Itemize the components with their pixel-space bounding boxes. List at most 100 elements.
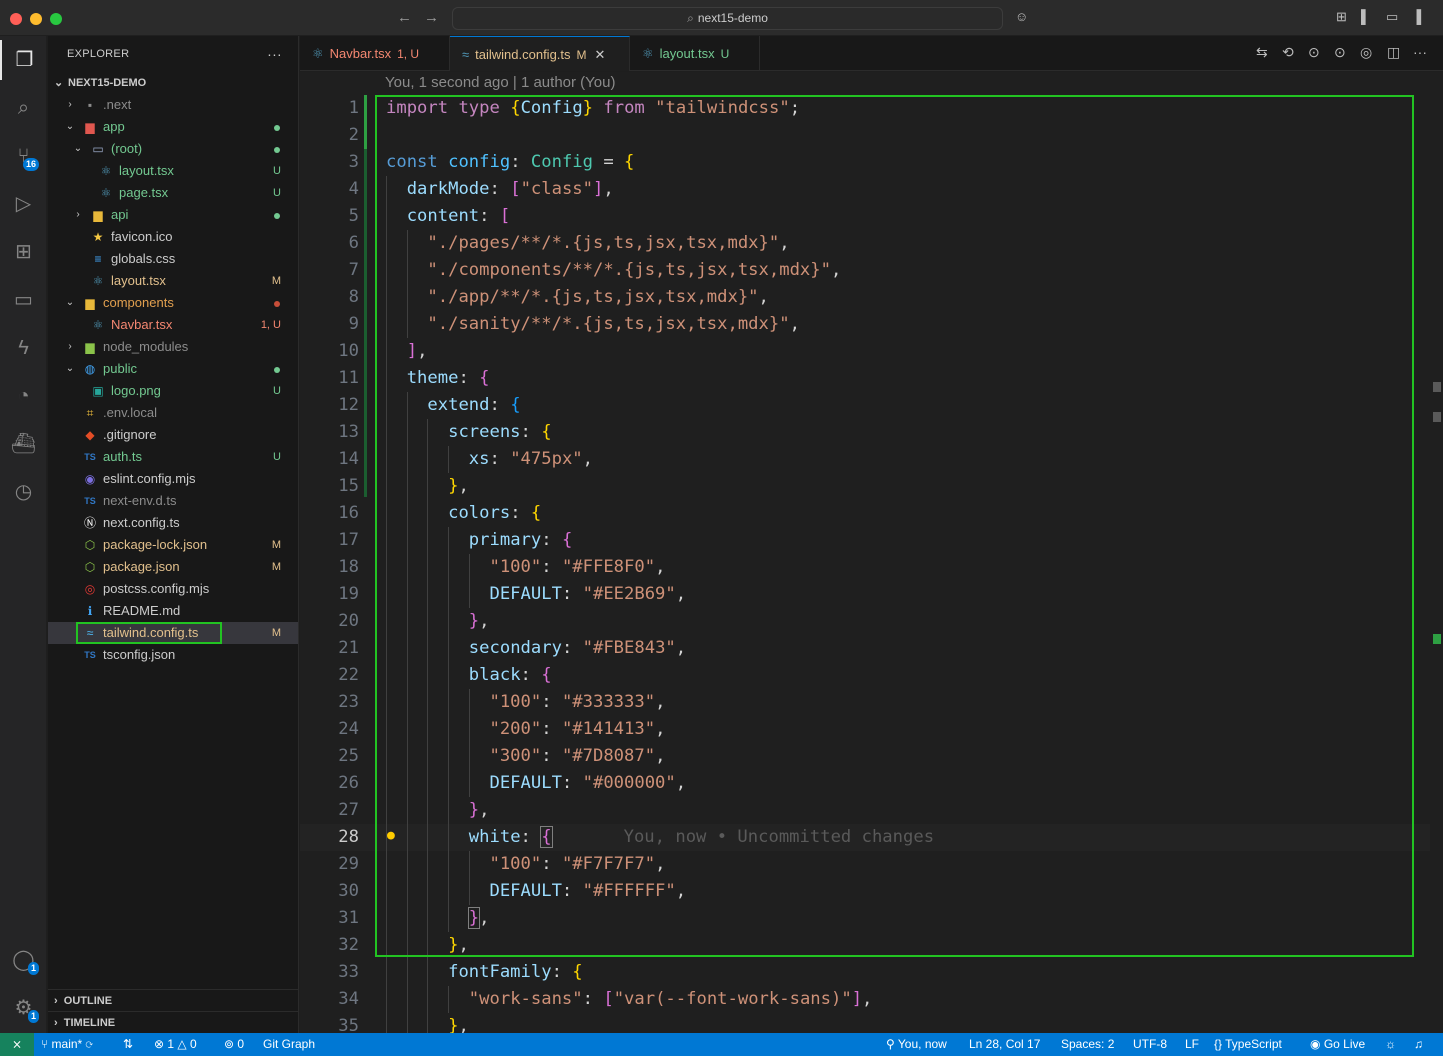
code-line[interactable]: 11 theme: { — [300, 365, 1430, 392]
code-line[interactable]: 25 "300": "#7D8087", — [300, 743, 1430, 770]
code-line[interactable]: 4 darkMode: ["class"], — [300, 176, 1430, 203]
code-line[interactable]: 6 "./pages/**/*.{js,ts,jsx,tsx,mdx}", — [300, 230, 1430, 257]
explorer-icon[interactable]: ❐ — [0, 40, 47, 80]
scrollbar-thumb[interactable] — [1433, 382, 1441, 392]
code-line[interactable]: 3 const config: Config = { — [300, 149, 1430, 176]
code-line[interactable]: 23 "100": "#333333", — [300, 689, 1430, 716]
file-tree-item[interactable]: ⌄ ▭ (root) — [48, 138, 298, 160]
file-tree-item[interactable]: ⌄ ▆ app — [48, 116, 298, 138]
encoding[interactable]: UTF-8 — [1133, 1033, 1167, 1056]
editor-tab[interactable]: ⚛ layout.tsx U — [630, 36, 760, 71]
file-tree-item[interactable]: ★ favicon.ico — [48, 226, 298, 248]
customize-layout-icon[interactable]: ⊞ — [1336, 9, 1347, 25]
file-tree-item[interactable]: › ▪ .next — [48, 94, 298, 116]
file-tree-item[interactable]: ≈ tailwind.config.ts M — [48, 622, 298, 644]
file-tree-item[interactable]: ◉ eslint.config.mjs — [48, 468, 298, 490]
code-line[interactable]: 31 }, — [300, 905, 1430, 932]
file-tree-item[interactable]: ⚛ Navbar.tsx 1, U — [48, 314, 298, 336]
file-tree-item[interactable]: TS auth.ts U — [48, 446, 298, 468]
code-line[interactable]: 16 colors: { — [300, 500, 1430, 527]
file-tree-item[interactable]: ⬡ package-lock.json M — [48, 534, 298, 556]
root-folder[interactable]: ⌄ NEXT15-DEMO — [48, 72, 298, 94]
minimize-window-button[interactable] — [30, 13, 42, 25]
open-changes-icon[interactable]: ⟲ — [1282, 44, 1294, 61]
file-tree-item[interactable]: ⚛ page.tsx U — [48, 182, 298, 204]
codelens-blame[interactable]: You, 1 second ago | 1 author (You) — [385, 74, 615, 91]
more-actions-icon[interactable]: ··· — [1413, 44, 1427, 60]
file-tree-item[interactable]: › ▆ api — [48, 204, 298, 226]
extensions-icon[interactable]: ⊞ — [0, 232, 47, 272]
code-line[interactable]: 29 "100": "#F7F7F7", — [300, 851, 1430, 878]
code-line[interactable]: 10 ], — [300, 338, 1430, 365]
code-line[interactable]: 8 "./app/**/*.{js,ts,jsx,tsx,mdx}", — [300, 284, 1430, 311]
code-line[interactable]: 17 primary: { — [300, 527, 1430, 554]
code-line[interactable]: 9 "./sanity/**/*.{js,ts,jsx,tsx,mdx}", — [300, 311, 1430, 338]
close-window-button[interactable] — [10, 13, 22, 25]
compare-changes-icon[interactable]: ⇆ — [1256, 44, 1268, 61]
code-line[interactable]: 33 fontFamily: { — [300, 959, 1430, 986]
go-live-button[interactable]: ◉ Go Live — [1310, 1033, 1365, 1056]
notifications-bell-icon[interactable]: ♫ — [1414, 1033, 1423, 1056]
accounts-icon[interactable]: ◯ 1 — [0, 940, 47, 980]
command-center-search[interactable]: ⌕ next15-demo — [452, 7, 1003, 30]
run-debug-icon[interactable]: ▷ — [0, 184, 47, 224]
code-line[interactable]: 22 black: { — [300, 662, 1430, 689]
code-line[interactable]: 21 secondary: "#FBE843", — [300, 635, 1430, 662]
copilot-icon[interactable]: ☺ — [1015, 9, 1028, 24]
next-change-icon[interactable]: ⊙ — [1334, 44, 1346, 61]
code-line[interactable]: 20 }, — [300, 608, 1430, 635]
timeline-section[interactable]: › TIMELINE — [48, 1011, 299, 1033]
file-tree-item[interactable]: ⌄ ▆ components — [48, 292, 298, 314]
branch-indicator[interactable]: ⑂ main* ⟳ — [41, 1033, 93, 1056]
search-icon[interactable]: ⌕ — [0, 88, 47, 128]
file-tree-item[interactable]: ⌄ ◍ public — [48, 358, 298, 380]
docker-icon[interactable]: ⛴ — [0, 424, 47, 464]
code-line[interactable]: 13 screens: { — [300, 419, 1430, 446]
code-line[interactable]: 18 "100": "#FFE8F0", — [300, 554, 1430, 581]
toggle-panel-icon[interactable]: ▭ — [1386, 9, 1398, 25]
maximize-window-button[interactable] — [50, 13, 62, 25]
file-tree-item[interactable]: ◎ postcss.config.mjs — [48, 578, 298, 600]
lightning-icon[interactable]: ϟ — [0, 328, 47, 368]
code-line[interactable]: 1 import type {Config} from "tailwindcss"… — [300, 95, 1430, 122]
file-tree-item[interactable]: ℹ README.md — [48, 600, 298, 622]
code-line[interactable]: 27 }, — [300, 797, 1430, 824]
git-lens-icon[interactable]: ◎ — [1360, 44, 1372, 61]
code-line[interactable]: 32 }, — [300, 932, 1430, 959]
file-tree-item[interactable]: TS next-env.d.ts — [48, 490, 298, 512]
toggle-sidebar-icon[interactable]: ▌ — [1361, 9, 1370, 24]
more-actions-icon[interactable]: ··· — [267, 36, 282, 72]
toggle-secondary-sidebar-icon[interactable]: ▐ — [1412, 9, 1421, 24]
editor-tab[interactable]: ≈ tailwind.config.ts M ✕ — [450, 36, 630, 71]
publish-icon[interactable]: ⇅ — [123, 1033, 133, 1056]
code-line[interactable]: 7 "./components/**/*.{js,ts,jsx,tsx,mdx}… — [300, 257, 1430, 284]
blame-indicator[interactable]: ⚲ You, now — [886, 1033, 947, 1056]
ports-indicator[interactable]: ⊚ 0 — [224, 1033, 244, 1056]
outline-section[interactable]: › OUTLINE — [48, 989, 299, 1011]
code-line[interactable]: 15 }, — [300, 473, 1430, 500]
remote-explorer-icon[interactable]: ▭ — [0, 280, 47, 320]
code-line[interactable]: 5 content: [ — [300, 203, 1430, 230]
git-graph-button[interactable]: Git Graph — [263, 1033, 315, 1056]
timeline-icon[interactable]: ◷ — [0, 472, 47, 512]
code-line[interactable]: 26 DEFAULT: "#000000", — [300, 770, 1430, 797]
code-line[interactable]: 12 extend: { — [300, 392, 1430, 419]
close-icon[interactable]: ✕ — [595, 47, 606, 62]
file-tree-item[interactable]: › ▆ node_modules — [48, 336, 298, 358]
file-tree-item[interactable]: ⌗ .env.local — [48, 402, 298, 424]
split-editor-icon[interactable]: ◫ — [1387, 44, 1400, 61]
code-line[interactable]: 14 xs: "475px", — [300, 446, 1430, 473]
source-control-icon[interactable]: ⑂ 16 — [0, 136, 47, 176]
file-tree-item[interactable]: TS tsconfig.json — [48, 644, 298, 666]
file-tree-item[interactable]: ⚛ layout.tsx M — [48, 270, 298, 292]
file-tree-item[interactable]: ◆ .gitignore — [48, 424, 298, 446]
forward-arrow-icon[interactable]: → — [424, 9, 439, 26]
code-line[interactable]: 2 — [300, 122, 1430, 149]
code-line[interactable]: 24 "200": "#141413", — [300, 716, 1430, 743]
end-of-line[interactable]: LF — [1185, 1033, 1199, 1056]
settings-gear-icon[interactable]: ⚙ 1 — [0, 988, 47, 1028]
file-tree-item[interactable]: ≡ globals.css — [48, 248, 298, 270]
code-line[interactable]: 28 ● white: {You, now • Uncommitted chang… — [300, 824, 1430, 851]
indentation[interactable]: Spaces: 2 — [1061, 1033, 1114, 1056]
file-tree-item[interactable]: ▣ logo.png U — [48, 380, 298, 402]
